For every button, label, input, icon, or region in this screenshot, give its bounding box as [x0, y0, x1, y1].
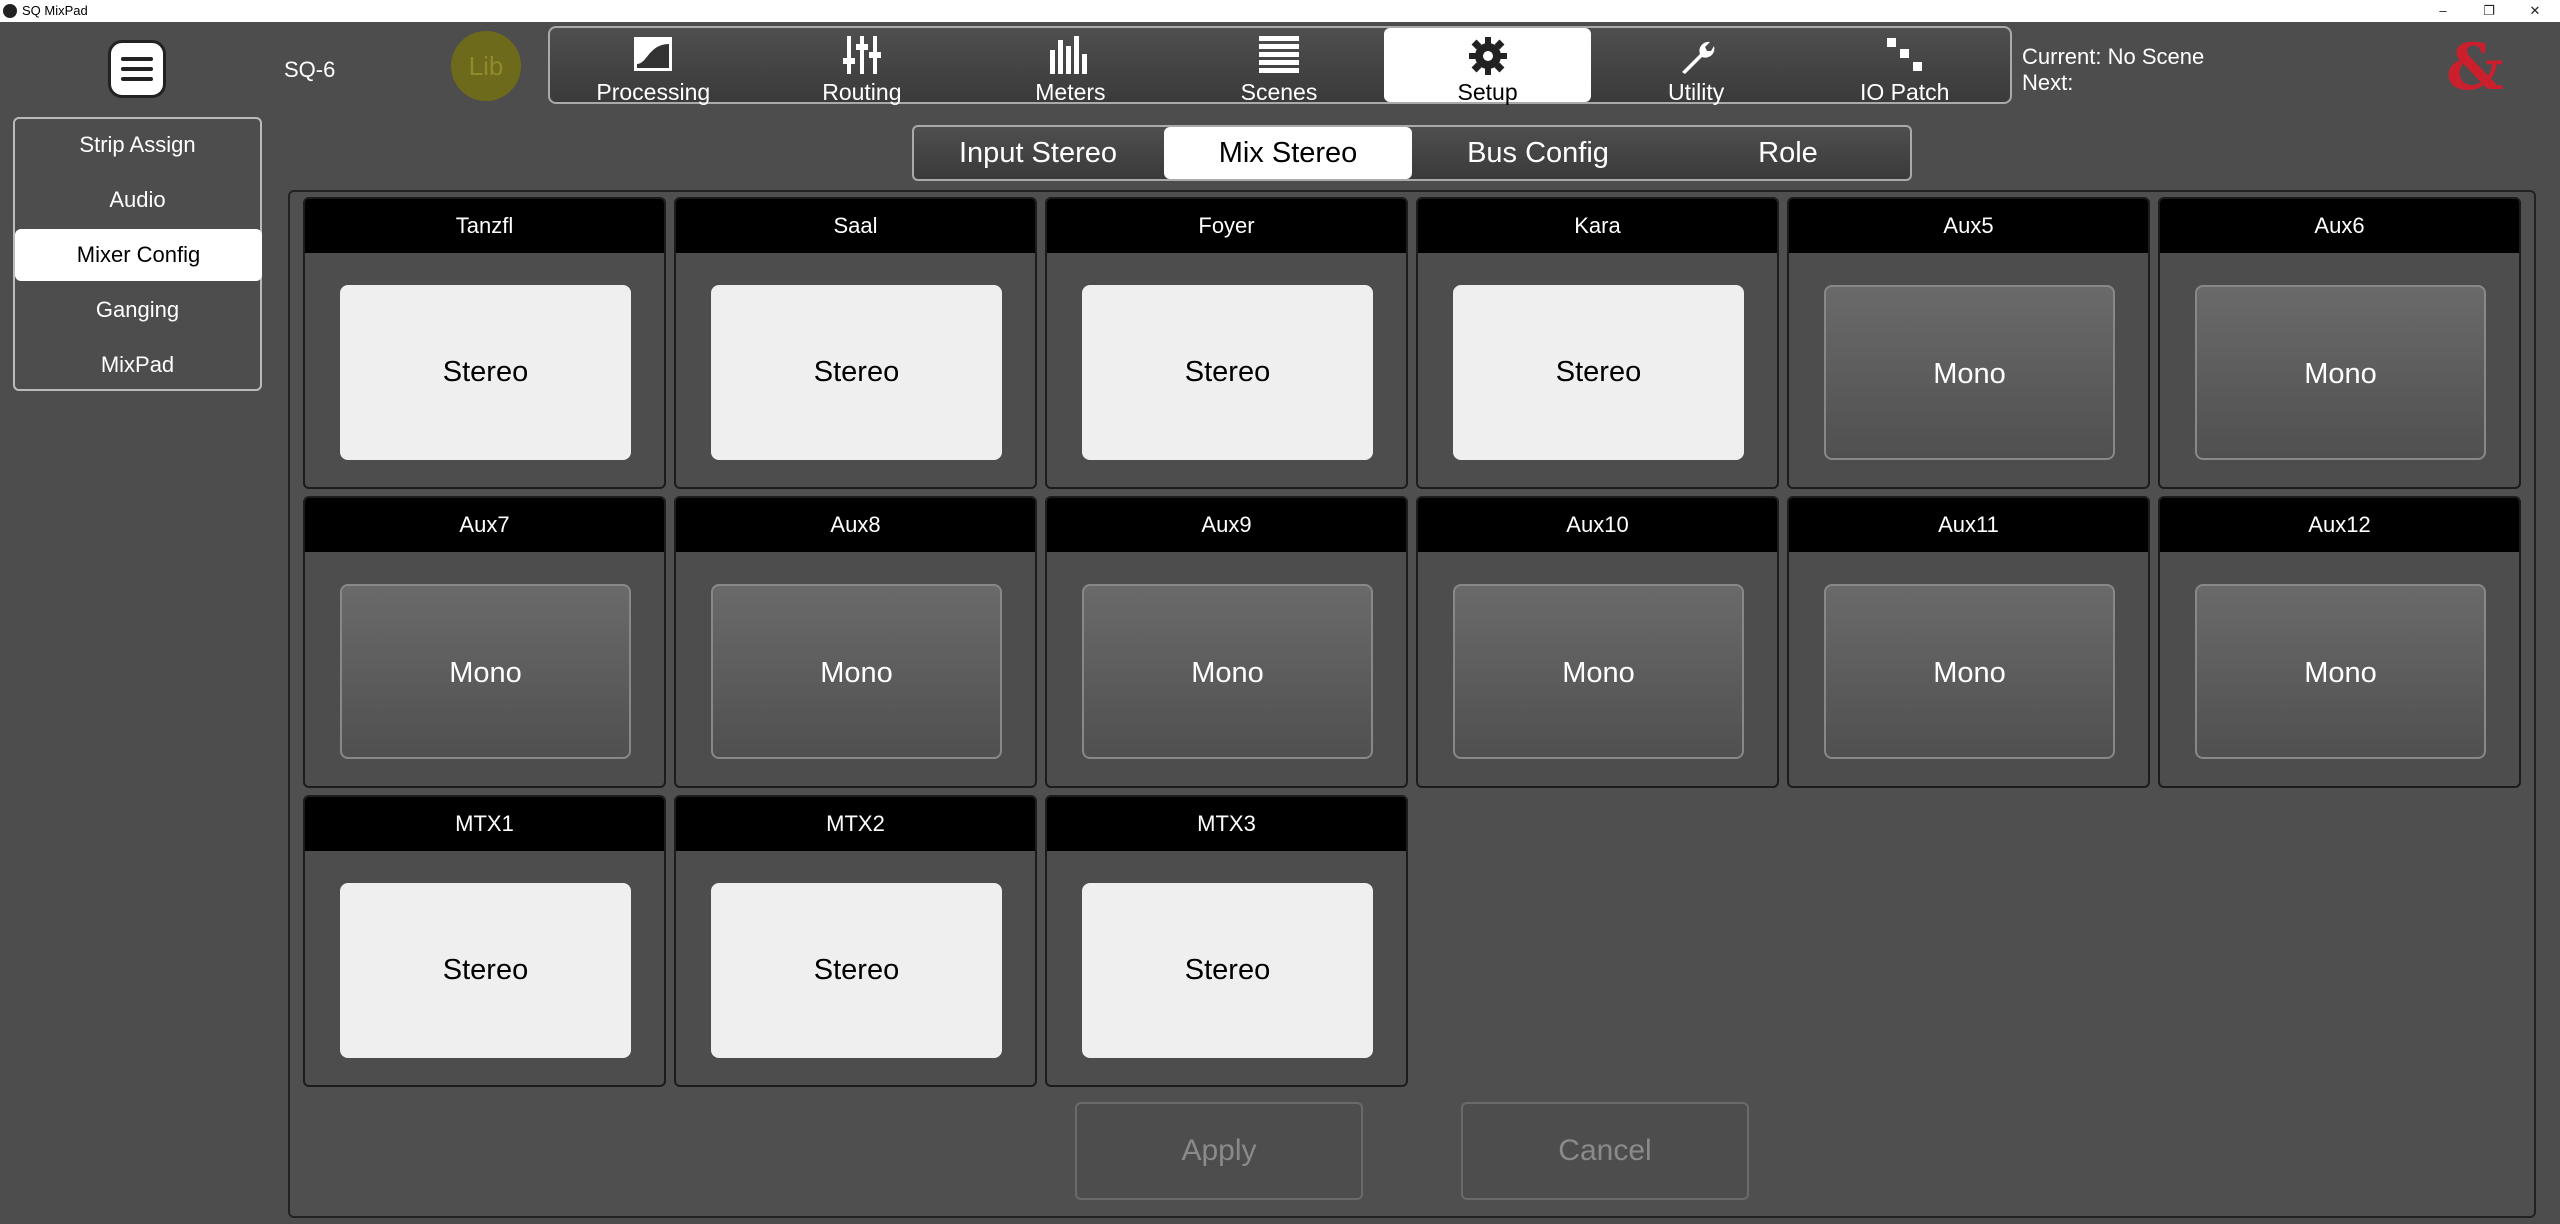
- wrench-icon: [1676, 36, 1716, 81]
- stereo-mode-toggle[interactable]: Mono: [2195, 584, 2486, 759]
- subtab-role[interactable]: Role: [1664, 127, 1912, 179]
- tab-label: Meters: [1035, 79, 1106, 105]
- sub-tab-bar: Input Stereo Mix Stereo Bus Config Role: [912, 125, 1912, 181]
- stereo-mode-toggle[interactable]: Mono: [1082, 584, 1373, 759]
- tab-label: Utility: [1668, 79, 1725, 105]
- tab-scenes[interactable]: Scenes: [1176, 28, 1383, 105]
- tab-label: Processing: [596, 79, 711, 105]
- mix-name: Aux11: [1789, 498, 2148, 552]
- tab-label: IO Patch: [1859, 79, 1950, 105]
- app-icon: [3, 4, 17, 18]
- apply-button[interactable]: Apply: [1075, 1102, 1363, 1200]
- tab-label: Setup: [1457, 79, 1518, 105]
- stereo-mode-toggle[interactable]: Stereo: [1453, 285, 1744, 460]
- stereo-mode-toggle[interactable]: Stereo: [1082, 285, 1373, 460]
- mix-cell: MTX1 Stereo: [303, 795, 666, 1087]
- tab-meters[interactable]: Meters: [967, 28, 1174, 105]
- mix-name: Aux5: [1789, 199, 2148, 253]
- minimize-icon[interactable]: –: [2420, 0, 2466, 22]
- mix-name: Foyer: [1047, 199, 1406, 253]
- mix-name: Aux8: [676, 498, 1035, 552]
- menu-icon: [121, 57, 153, 61]
- mix-cell: Aux11 Mono: [1787, 496, 2150, 788]
- sidebar-item-mixer-config[interactable]: Mixer Config: [15, 229, 262, 281]
- sidebar-item-audio[interactable]: Audio: [15, 174, 260, 226]
- processing-icon: [633, 36, 673, 77]
- tab-label: Routing: [822, 79, 902, 105]
- sidebar-item-strip-assign[interactable]: Strip Assign: [15, 119, 260, 171]
- stereo-mode-toggle[interactable]: Stereo: [340, 883, 631, 1058]
- main-tab-bar: Processing Routing Meters Scenes Setup Utilit…: [548, 26, 2012, 105]
- menu-icon-line: [121, 77, 153, 81]
- main-menu-button[interactable]: [108, 40, 166, 98]
- mix-cell: Aux7 Mono: [303, 496, 666, 788]
- subtab-bus-config[interactable]: Bus Config: [1414, 127, 1662, 179]
- mix-cell: MTX3 Stereo: [1045, 795, 1408, 1087]
- menu-icon-line: [121, 67, 153, 71]
- gear-icon: [1468, 36, 1508, 81]
- stereo-mode-toggle[interactable]: Mono: [711, 584, 1002, 759]
- sidebar-item-ganging[interactable]: Ganging: [15, 284, 260, 336]
- subtab-mix-stereo[interactable]: Mix Stereo: [1164, 127, 1412, 179]
- library-button[interactable]: Lib: [451, 31, 521, 101]
- stereo-mode-toggle[interactable]: Mono: [1824, 584, 2115, 759]
- tab-utility[interactable]: Utility: [1593, 28, 1800, 105]
- meters-icon: [1049, 36, 1091, 79]
- stereo-mode-toggle[interactable]: Stereo: [1082, 883, 1373, 1058]
- stereo-mode-toggle[interactable]: Mono: [340, 584, 631, 759]
- tab-routing[interactable]: Routing: [759, 28, 966, 105]
- close-icon[interactable]: ✕: [2512, 0, 2558, 22]
- io-patch-icon: [1885, 36, 1925, 79]
- mix-name: MTX2: [676, 797, 1035, 851]
- device-name: SQ-6: [284, 57, 336, 82]
- cancel-button[interactable]: Cancel: [1461, 1102, 1749, 1200]
- tab-io-patch[interactable]: IO Patch: [1801, 28, 2008, 105]
- mix-name: Saal: [676, 199, 1035, 253]
- tab-processing[interactable]: Processing: [550, 28, 757, 105]
- mix-cell: Aux5 Mono: [1787, 197, 2150, 489]
- mix-cell: Saal Stereo: [674, 197, 1037, 489]
- mix-name: Aux7: [305, 498, 664, 552]
- sidebar: Strip Assign Audio Mixer Config Ganging MixP…: [13, 117, 262, 391]
- current-scene: Current: No Scene: [2022, 44, 2205, 69]
- mix-cell: Aux8 Mono: [674, 496, 1037, 788]
- routing-icon: [842, 36, 882, 79]
- mix-name: Aux12: [2160, 498, 2519, 552]
- scene-info: Current: No Scene Next:: [2022, 44, 2204, 96]
- stereo-mode-toggle[interactable]: Stereo: [711, 883, 1002, 1058]
- mix-cell: Tanzfl Stereo: [303, 197, 666, 489]
- mix-name: Aux6: [2160, 199, 2519, 253]
- mix-cell: Aux10 Mono: [1416, 496, 1779, 788]
- mix-name: Aux9: [1047, 498, 1406, 552]
- stereo-mode-toggle[interactable]: Mono: [1824, 285, 2115, 460]
- mix-name: MTX3: [1047, 797, 1406, 851]
- mix-stereo-panel: Tanzfl Stereo Saal Stereo Foyer Stereo Kara Ste…: [288, 190, 2536, 1218]
- sidebar-item-mixpad[interactable]: MixPad: [15, 339, 260, 391]
- subtab-input-stereo[interactable]: Input Stereo: [914, 127, 1162, 179]
- mix-cell: MTX2 Stereo: [674, 795, 1037, 1087]
- stereo-mode-toggle[interactable]: Mono: [1453, 584, 1744, 759]
- mix-name: Aux10: [1418, 498, 1777, 552]
- mix-cell: Foyer Stereo: [1045, 197, 1408, 489]
- window-title: SQ MixPad: [22, 3, 88, 18]
- mix-name: Tanzfl: [305, 199, 664, 253]
- restore-icon[interactable]: ❐: [2466, 0, 2512, 22]
- stereo-mode-toggle[interactable]: Stereo: [711, 285, 1002, 460]
- scenes-icon: [1258, 36, 1299, 79]
- mix-name: MTX1: [305, 797, 664, 851]
- stereo-mode-toggle[interactable]: Mono: [2195, 285, 2486, 460]
- tab-label: Scenes: [1240, 79, 1318, 105]
- next-scene: Next:: [2022, 70, 2074, 95]
- mix-cell: Kara Stereo: [1416, 197, 1779, 489]
- stereo-mode-toggle[interactable]: Stereo: [340, 285, 631, 460]
- mix-cell: Aux12 Mono: [2158, 496, 2521, 788]
- brand-logo: &: [2446, 30, 2504, 105]
- tab-setup[interactable]: Setup: [1384, 28, 1591, 105]
- mix-cell: Aux9 Mono: [1045, 496, 1408, 788]
- mix-name: Kara: [1418, 199, 1777, 253]
- mix-cell: Aux6 Mono: [2158, 197, 2521, 489]
- window-titlebar: SQ MixPad – ❐ ✕: [0, 0, 2560, 22]
